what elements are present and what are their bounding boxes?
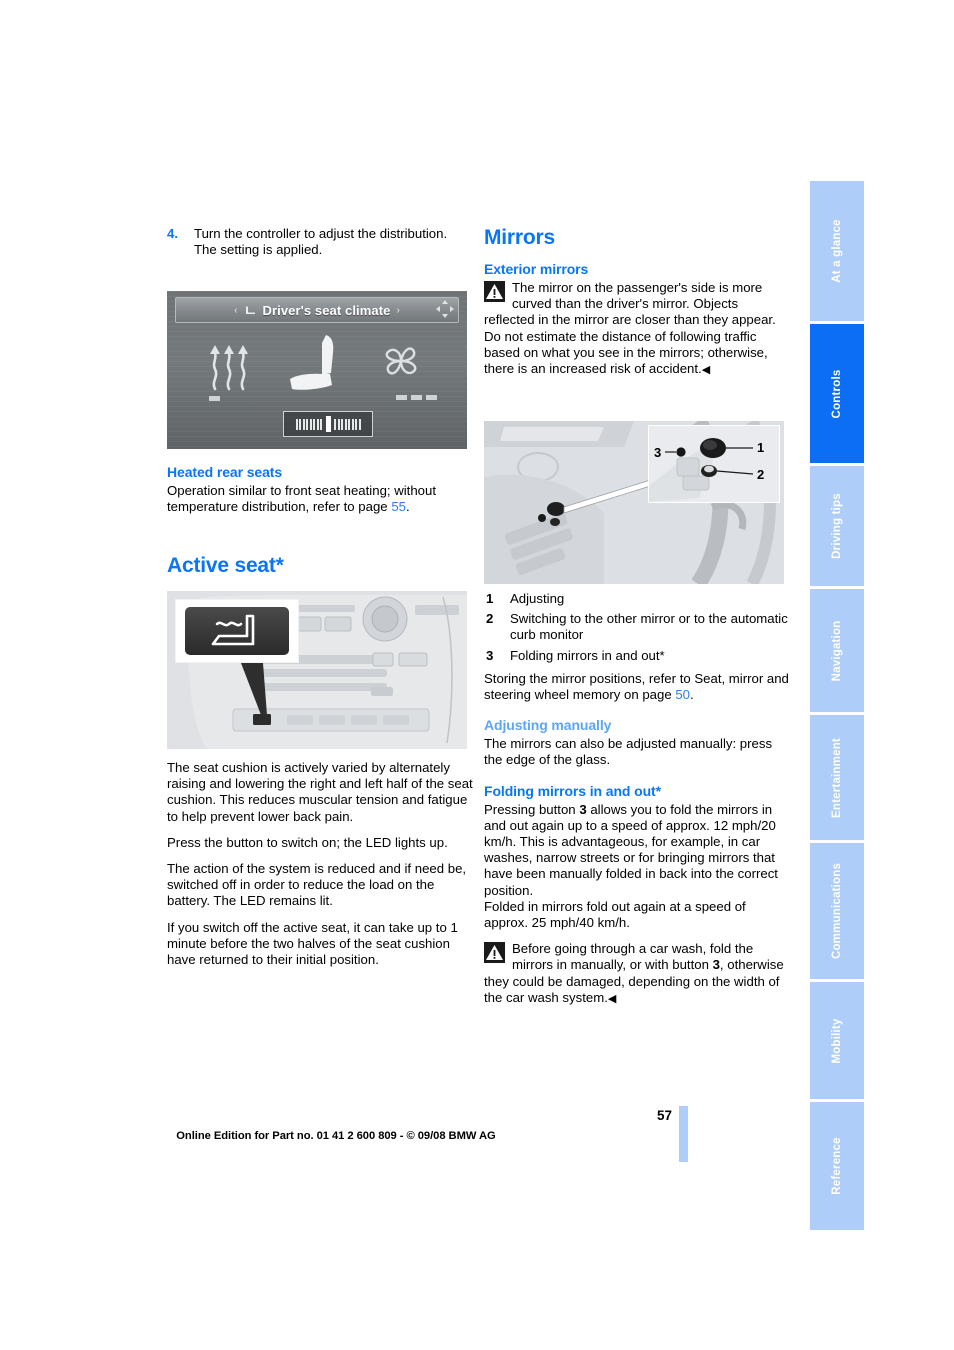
heading-adjusting-manually: Adjusting manually	[484, 717, 612, 734]
legend-number: 1	[486, 591, 494, 606]
warning-block-mirror-curvature: The mirror on the passenger's side is mo…	[484, 280, 792, 378]
legend-number: 3	[486, 647, 494, 663]
legend-item-3: 3 Folding mirrors in and out*	[484, 648, 792, 664]
figure-idrive-seat-climate: ‹ Driver's seat climate ›	[167, 291, 467, 449]
folding-mirrors-paragraph-2: Folded in mirrors fold out again at a sp…	[484, 898, 746, 931]
legend-number: 2	[486, 611, 494, 627]
active-seat-paragraph-4: If you switch off the active seat, it ca…	[167, 919, 458, 968]
warning-end-mark: ◀	[607, 992, 617, 1005]
warning-triangle-icon	[484, 281, 505, 302]
active-seat-icon	[211, 614, 255, 646]
step-number: 4.	[167, 226, 178, 241]
tab-label: At a glance	[831, 219, 843, 283]
right-arrow-icon: ›	[396, 304, 400, 316]
legend-item-2: 2 Switching to the other mirror or to th…	[484, 611, 792, 643]
heated-rear-seats-body: Operation similar to front seat heating;…	[167, 483, 475, 515]
step-text: Turn the controller to adjust the distri…	[194, 226, 448, 241]
heading-mirrors: Mirrors	[484, 226, 555, 249]
seat-illustration-icon	[290, 335, 334, 390]
idrive-title: Driver's seat climate	[262, 302, 391, 318]
mirror-controls-callout: 1 2 3	[648, 425, 780, 503]
sidebar-tab-driving-tips[interactable]: Driving tips	[810, 466, 864, 589]
warning-text: The mirror on the passenger's side is mo…	[484, 280, 776, 377]
jog-dial-icon	[436, 300, 454, 318]
memory-text: Storing the mirror positions, refer to S…	[484, 670, 789, 703]
active-seat-paragraph-1: The seat cushion is actively varied by a…	[167, 760, 473, 824]
button-callout-box	[175, 599, 299, 663]
legend-label: Adjusting	[510, 591, 565, 606]
figure-mirror-controls: 1 2 3 SDE/BRUSHUWX	[484, 421, 784, 584]
sidebar-tab-communications[interactable]: Communications	[810, 843, 864, 982]
idrive-title-bar: ‹ Driver's seat climate ›	[175, 297, 459, 323]
seat-heating-arrows-icon	[210, 345, 248, 391]
footer-copyright: Online Edition for Part no. 01 41 2 600 …	[176, 1130, 496, 1142]
page-reference-50[interactable]: 50	[675, 687, 690, 702]
button-number-ref: 3	[712, 957, 720, 973]
warning-end-mark: ◀	[701, 364, 711, 377]
warning-block-car-wash: Before going through a car wash, fold th…	[484, 941, 792, 1007]
tab-label: Entertainment	[831, 737, 843, 818]
seat-mini-icon	[246, 306, 256, 314]
tab-label: Reference	[831, 1137, 843, 1195]
tab-label: Navigation	[831, 620, 843, 681]
mirror-legend-block: 1 Adjusting 2 Switching to the other mir…	[484, 591, 792, 1017]
left-arrow-icon: ‹	[234, 304, 238, 316]
hrs-period: .	[405, 499, 410, 515]
section-tab-strip: At a glance Controls Driving tips Navigatio…	[810, 181, 864, 1230]
fan-icon	[385, 347, 417, 375]
memory-period: .	[690, 687, 694, 703]
sidebar-tab-mobility[interactable]: Mobility	[810, 982, 864, 1102]
folding-text-a: Pressing button	[484, 801, 580, 817]
page-number: 57	[656, 1108, 672, 1123]
numbered-step-4: 4. Turn the controller to adjust the dis…	[167, 226, 475, 258]
heading-exterior-mirrors: Exterior mirrors	[484, 261, 589, 277]
svg-text:2: 2	[757, 467, 764, 482]
folding-mirrors-paragraph-1: Pressing button 3 allows you to fold the…	[484, 802, 792, 899]
step-result: The setting is applied.	[194, 242, 323, 258]
heading-folding-mirrors: Folding mirrors in and out*	[484, 782, 661, 799]
active-seat-button[interactable]	[185, 607, 289, 655]
sidebar-tab-entertainment[interactable]: Entertainment	[810, 715, 864, 843]
tab-label: Mobility	[831, 1017, 843, 1064]
tab-label: Communications	[831, 862, 843, 960]
svg-text:3: 3	[654, 445, 661, 460]
tab-label: Driving tips	[831, 493, 843, 559]
slider-ticks	[295, 416, 361, 432]
legend-label: Switching to the other mirror or to the …	[510, 611, 788, 643]
adjusting-manually-body: The mirrors can also be adjusted manuall…	[484, 736, 773, 768]
heating-level-indicator	[209, 396, 220, 401]
page-reference-55[interactable]: 55	[391, 499, 406, 514]
svg-text:1: 1	[757, 440, 764, 455]
mirror-controls-detail: 1 2 3	[649, 426, 779, 502]
legend-label: Folding mirrors in and out*	[510, 647, 665, 663]
heated-rear-seats-block: Heated rear seats Operation similar to f…	[167, 464, 475, 525]
temperature-distribution-slider[interactable]	[283, 411, 373, 437]
mirror-memory-reference: Storing the mirror positions, refer to S…	[484, 671, 792, 703]
legend-item-1: 1 Adjusting	[484, 591, 792, 607]
warning-text: Before going through a car wash, fold th…	[484, 941, 784, 1005]
sidebar-tab-reference[interactable]: Reference	[810, 1102, 864, 1230]
slider-knob[interactable]	[325, 416, 331, 432]
sidebar-tab-controls[interactable]: Controls	[810, 324, 864, 466]
footer-accent-bar	[679, 1106, 688, 1162]
figure-active-seat-button: SDE/PDFAFSUSN	[167, 591, 467, 749]
active-seat-heading-block: Active seat*	[167, 554, 475, 589]
active-seat-paragraph-2: Press the button to switch on; the LED l…	[167, 834, 448, 850]
button-number-ref: 3	[579, 801, 587, 817]
active-seat-paragraph-3: The action of the system is reduced and …	[167, 861, 467, 909]
sidebar-tab-at-a-glance[interactable]: At a glance	[810, 181, 864, 324]
heading-heated-rear-seats: Heated rear seats	[167, 464, 283, 480]
manual-page: 4. Turn the controller to adjust the dis…	[0, 0, 954, 1350]
heading-active-seat: Active seat*	[167, 554, 284, 577]
warning-triangle-icon	[484, 942, 505, 964]
active-seat-body: The seat cushion is actively varied by a…	[167, 760, 475, 978]
fan-level-indicator	[396, 395, 437, 400]
left-column: 4. Turn the controller to adjust the dis…	[167, 226, 475, 268]
right-column: Mirrors Exterior mirrors The mirror on t…	[484, 226, 792, 388]
tab-label: Controls	[831, 369, 843, 418]
sidebar-tab-navigation[interactable]: Navigation	[810, 589, 864, 715]
